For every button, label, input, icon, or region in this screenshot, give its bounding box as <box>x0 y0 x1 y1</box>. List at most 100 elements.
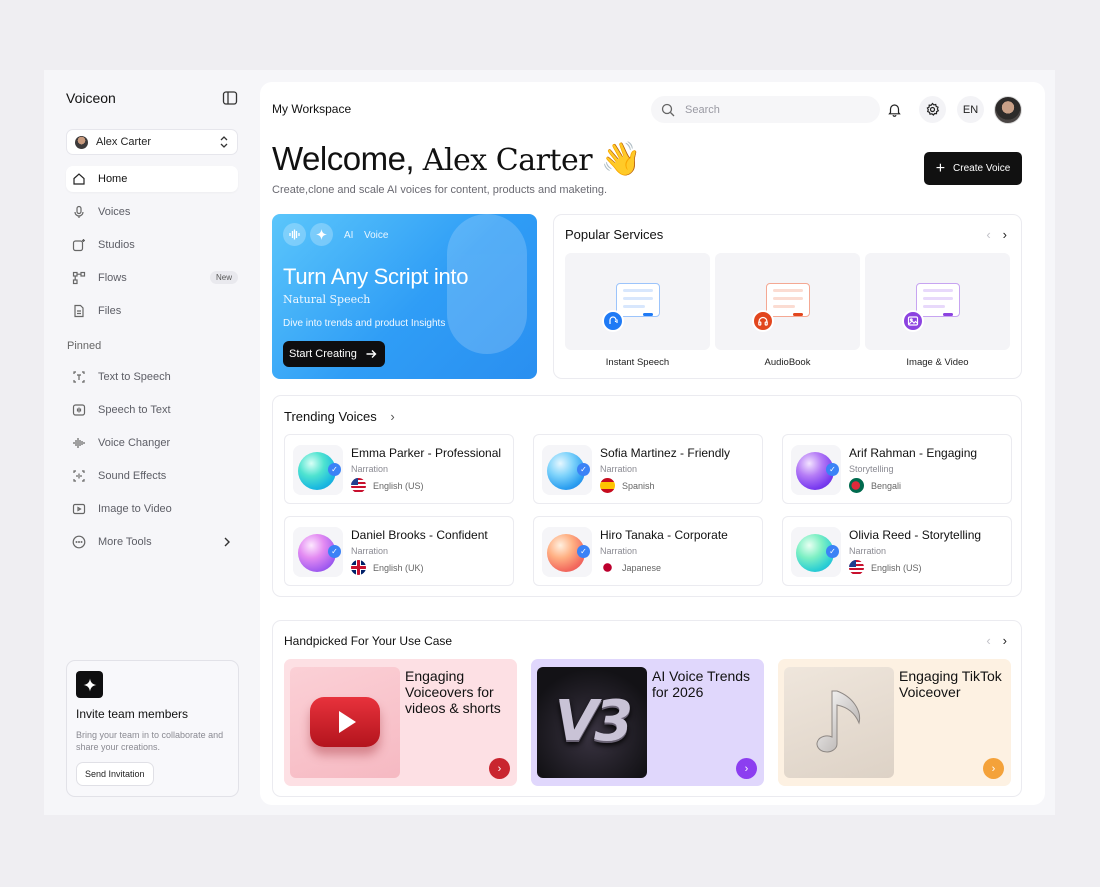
next-arrow-icon[interactable]: › <box>1003 633 1007 648</box>
popular-services-card: Popular Services ‹ › Instant Speech Audi… <box>553 214 1022 379</box>
search-icon <box>661 103 675 116</box>
arrow-right-icon <box>366 350 377 358</box>
prev-arrow-icon[interactable]: ‹ <box>986 633 990 648</box>
sidebar-item-sound-effects[interactable]: Sound Effects <box>66 463 238 489</box>
voice-language: English (UK) <box>373 563 424 573</box>
hero-tag-voice: Voice <box>364 230 389 241</box>
speech-icon <box>602 310 624 332</box>
create-voice-button[interactable]: + Create Voice <box>924 152 1022 185</box>
sparkle-chip-icon <box>310 223 333 246</box>
hero-headline: Turn Any Script into <box>283 264 469 289</box>
search-input[interactable]: Search <box>685 104 720 116</box>
voice-name: Arif Rahman - Engaging <box>849 446 978 460</box>
voice-orb: ✓ <box>293 527 343 577</box>
next-arrow-icon[interactable]: › <box>1003 227 1007 242</box>
prev-arrow-icon[interactable]: ‹ <box>986 227 990 242</box>
notifications-button[interactable] <box>881 96 908 123</box>
sidebar-item-text-to-speech[interactable]: Text to Speech <box>66 364 238 390</box>
invite-card: Invite team members Bring your team in t… <box>66 660 239 797</box>
voice-card[interactable]: ✓ Arif Rahman - Engaging Storytelling Be… <box>782 434 1012 504</box>
main-nav: Home Voices Studios Flows New Files <box>66 166 238 331</box>
start-creating-button[interactable]: Start Creating <box>283 341 385 367</box>
music-note-thumbnail <box>784 667 894 778</box>
arrow-button-icon[interactable]: › <box>983 758 1004 779</box>
hero-subheadline: Natural Speech <box>283 293 371 306</box>
send-invitation-button[interactable]: Send Invitation <box>76 762 154 786</box>
usecase-text: AI Voice Trends for 2026 <box>652 668 751 700</box>
microphone-icon <box>74 205 84 218</box>
voice-name: Hiro Tanaka - Corporate <box>600 528 728 542</box>
video-icon <box>72 503 86 515</box>
headphones-icon <box>752 310 774 332</box>
file-icon <box>74 304 84 318</box>
voice-card[interactable]: ✓ Emma Parker - Professional Narration E… <box>284 434 514 504</box>
hero-banner: AI Voice Turn Any Script into Natural Sp… <box>272 214 537 379</box>
waveform-icon <box>73 438 85 448</box>
language-button[interactable]: EN <box>957 96 984 123</box>
sidebar-item-more-tools[interactable]: More Tools <box>66 529 238 555</box>
document-icon <box>915 283 960 317</box>
flow-icon <box>72 271 86 285</box>
settings-button[interactable] <box>919 96 946 123</box>
hero-tag-ai: AI <box>344 230 354 241</box>
sidebar-item-home[interactable]: Home <box>66 166 238 192</box>
chevron-right-icon: › <box>390 409 395 424</box>
voice-category: Narration <box>600 546 638 556</box>
welcome-heading: Welcome, Alex Carter 👋 <box>272 140 642 179</box>
verified-icon: ✓ <box>577 463 590 476</box>
profile-selector[interactable]: Alex Carter <box>66 129 238 155</box>
voice-card[interactable]: ✓ Daniel Brooks - Confident Narration En… <box>284 516 514 586</box>
sidebar-item-label: Sound Effects <box>98 470 167 482</box>
voice-name: Emma Parker - Professional <box>351 446 502 460</box>
trending-voices-title[interactable]: Trending Voices › <box>284 409 395 424</box>
service-label: Instant Speech <box>605 357 670 368</box>
voice-card[interactable]: ✓ Olivia Reed - Storytelling Narration E… <box>782 516 1012 586</box>
usecase-card-ai-trends[interactable]: V3 AI Voice Trends for 2026 › <box>531 659 764 786</box>
usecase-card-tiktok[interactable]: Engaging TikTok Voiceover › <box>778 659 1011 786</box>
voice-orb: ✓ <box>791 445 841 495</box>
main-panel: My Workspace Search EN Welcome, Alex Car… <box>260 82 1045 805</box>
voice-card[interactable]: ✓ Hiro Tanaka - Corporate Narration Japa… <box>533 516 763 586</box>
sidebar-item-studios[interactable]: Studios <box>66 232 238 258</box>
sidebar-item-flows[interactable]: Flows New <box>66 265 238 291</box>
verified-icon: ✓ <box>577 545 590 558</box>
us-flag-icon <box>849 560 864 575</box>
arrow-button-icon[interactable]: › <box>736 758 757 779</box>
sidebar-item-label: More Tools <box>98 536 152 548</box>
service-label: Image & Video <box>906 357 969 368</box>
sidebar-item-voice-changer[interactable]: Voice Changer <box>66 430 238 456</box>
more-dots-icon <box>72 535 86 549</box>
service-tile-audiobook[interactable] <box>715 253 860 350</box>
sidebar: Voiceon Alex Carter Home Voices Studios … <box>44 70 260 815</box>
voice-language: English (US) <box>373 481 424 491</box>
arrow-button-icon[interactable]: › <box>489 758 510 779</box>
service-tile-image-video[interactable] <box>865 253 1010 350</box>
welcome-name: Alex Carter <box>422 143 593 178</box>
sidebar-item-label: Image to Video <box>98 503 172 515</box>
pinned-heading: Pinned <box>67 340 102 352</box>
sidebar-item-label: Voice Changer <box>98 437 171 449</box>
usecase-text: Engaging TikTok Voiceover <box>899 668 1002 700</box>
spain-flag-icon <box>600 478 615 493</box>
user-avatar[interactable] <box>994 96 1022 124</box>
sidebar-item-files[interactable]: Files <box>66 298 238 324</box>
verified-icon: ✓ <box>328 463 341 476</box>
sidebar-item-voices[interactable]: Voices <box>66 199 238 225</box>
waving-hand-emoji: 👋 <box>600 140 642 177</box>
voice-category: Storytelling <box>849 464 894 474</box>
sidebar-toggle-icon[interactable] <box>222 90 238 106</box>
voice-card[interactable]: ✓ Sofia Martinez - Friendly Narration Sp… <box>533 434 763 504</box>
search-bar[interactable]: Search <box>651 96 880 123</box>
sidebar-item-label: Home <box>98 173 128 185</box>
sidebar-item-speech-to-text[interactable]: Speech to Text <box>66 397 238 423</box>
youtube-play-icon <box>310 697 380 747</box>
popular-nav: ‹ › <box>986 227 1007 242</box>
trending-voices-card: Trending Voices › ✓ Emma Parker - Profes… <box>272 395 1022 597</box>
sidebar-item-image-to-video[interactable]: Image to Video <box>66 496 238 522</box>
usecase-card-voiceovers[interactable]: Engaging Voiceovers for videos & shorts … <box>284 659 517 786</box>
voice-category: Narration <box>600 464 638 474</box>
welcome-subtitle: Create,clone and scale AI voices for con… <box>272 184 608 196</box>
service-tile-instant-speech[interactable] <box>565 253 710 350</box>
v3-thumbnail: V3 <box>537 667 647 778</box>
us-flag-icon <box>351 478 366 493</box>
